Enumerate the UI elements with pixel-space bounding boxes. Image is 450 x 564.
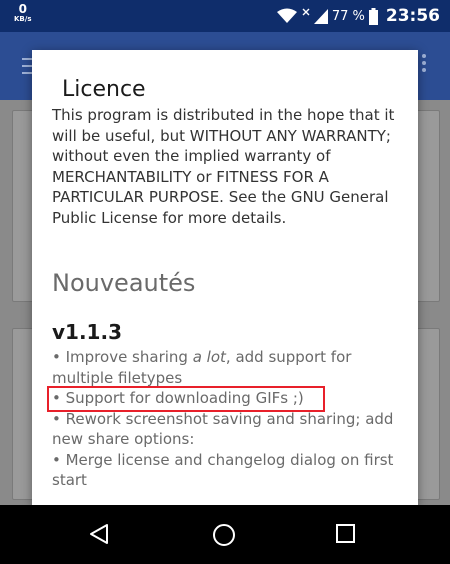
version-heading: v1.1.3 (52, 320, 122, 344)
battery-icon (368, 7, 378, 25)
wifi-icon (276, 8, 297, 23)
changelog-title: Nouveautés (52, 269, 196, 297)
navigation-bar (0, 505, 450, 564)
network-speed-unit: KB/s (14, 15, 32, 23)
network-speed-value: 0 (18, 2, 27, 16)
status-icons: 77 % 23:56 (276, 6, 440, 26)
back-icon[interactable] (88, 523, 110, 545)
network-speed-indicator: 0 KB/s (14, 3, 31, 23)
highlight-annotation (47, 386, 325, 412)
recents-icon[interactable] (335, 523, 357, 545)
overflow-menu-icon (422, 54, 426, 75)
changelog-item: • Rework screenshot saving and sharing; … (52, 409, 394, 449)
dialog-title: Licence (62, 77, 146, 102)
home-icon[interactable] (211, 523, 237, 549)
clock: 23:56 (385, 6, 440, 26)
no-data-icon (302, 8, 310, 16)
changelog-list: • Improve sharing a lot, add support for… (52, 347, 407, 491)
battery-percent: 77 % (331, 8, 365, 24)
status-bar: 0 KB/s 77 % 23:56 (0, 0, 450, 32)
changelog-emphasis: a lot (192, 348, 226, 366)
changelog-item: • Merge license and changelog dialog on … (52, 450, 394, 490)
changelog-item: • Improve sharing a lot, add support for… (52, 348, 352, 387)
signal-icon (313, 9, 328, 24)
licence-text: This program is distributed in the hope … (52, 106, 395, 227)
licence-dialog: Licence This program is distributed in t… (32, 50, 418, 505)
